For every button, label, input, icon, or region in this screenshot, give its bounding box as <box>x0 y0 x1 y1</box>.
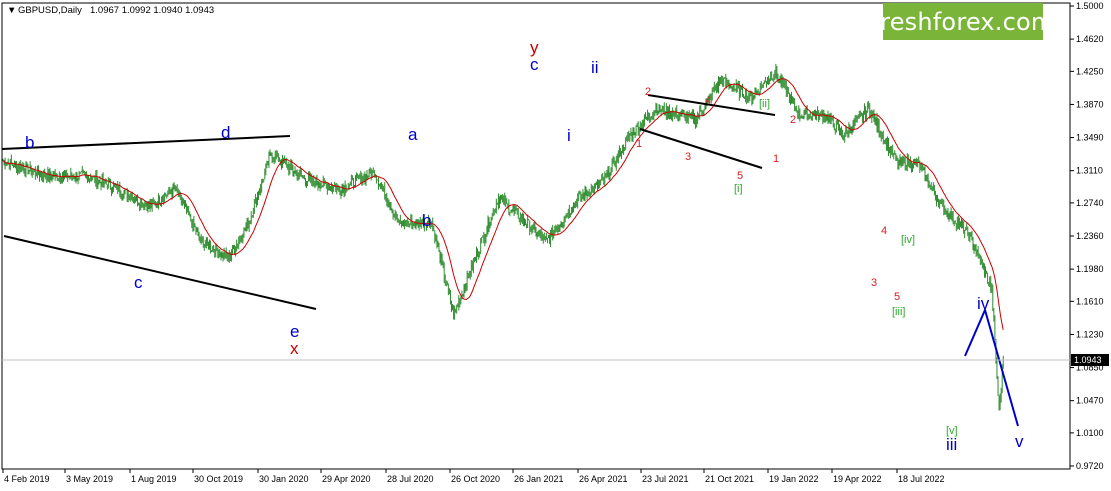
trendline-top-left <box>1 135 291 150</box>
wave-label: iii <box>946 435 957 454</box>
projection-path <box>964 307 1019 427</box>
x-tick-label: 19 Apr 2022 <box>833 474 882 484</box>
wave-label: c <box>134 273 143 292</box>
x-tick-label: 23 Jul 2021 <box>642 474 689 484</box>
x-axis: 4 Feb 2019 3 May 2019 1 Aug 2019 30 Oct 201… <box>2 469 945 484</box>
y-tick-label: 0.9720 <box>1076 461 1104 471</box>
wave-label: v <box>1015 432 1024 451</box>
wave-label: iv <box>977 294 990 313</box>
wave-label: b <box>422 211 431 230</box>
y-tick-label: 1.1610 <box>1076 296 1104 306</box>
wave-label: c <box>530 55 539 74</box>
x-tick-label: 28 Jul 2020 <box>387 474 434 484</box>
wave-label: b <box>25 133 34 152</box>
wave-label: d <box>221 123 230 142</box>
moving-average <box>2 78 1004 330</box>
price-tag: 1.0943 <box>1074 355 1102 365</box>
x-tick-label: 1 Aug 2019 <box>131 474 177 484</box>
y-tick-label: 1.0470 <box>1076 396 1104 406</box>
wave-label: [iv] <box>901 234 915 246</box>
x-tick-label: 26 Apr 2021 <box>579 474 628 484</box>
y-tick-label: 1.3870 <box>1076 99 1104 109</box>
wave-label: 3 <box>871 277 877 289</box>
wave-label: ii <box>591 58 599 77</box>
candles <box>2 63 1004 411</box>
x-tick-label: 30 Oct 2019 <box>194 474 243 484</box>
wave-label: 5 <box>737 170 743 182</box>
trendline-lower-channel <box>639 128 763 169</box>
y-tick-label: 1.3110 <box>1076 166 1103 176</box>
x-tick-label: 26 Jan 2021 <box>514 474 564 484</box>
wave-label: x <box>290 339 299 358</box>
x-tick-label: 19 Jan 2022 <box>769 474 819 484</box>
y-tick-label: 1.4250 <box>1076 66 1104 76</box>
y-tick-label: 1.1230 <box>1076 329 1104 339</box>
x-tick-label: 4 Feb 2019 <box>4 474 50 484</box>
header-arrow-icon: ▼ <box>7 5 16 16</box>
trendline-bottom-left <box>3 235 317 310</box>
x-tick-label: 21 Oct 2021 <box>705 474 754 484</box>
wave-label: a <box>408 125 418 144</box>
wave-label: 4 <box>705 95 711 107</box>
wave-label: 3 <box>685 151 691 163</box>
wave-label: 2 <box>645 86 651 98</box>
wave-label: i <box>567 126 571 145</box>
wave-label: [iii] <box>892 306 905 318</box>
x-tick-label: 30 Jan 2020 <box>259 474 309 484</box>
y-tick-label: 1.0100 <box>1076 428 1104 438</box>
wave-labels: bcdexabyciii12345[i][ii]12345[iii][iv][v… <box>25 38 1024 454</box>
wave-label: 4 <box>881 225 887 237</box>
y-tick-label: 1.4620 <box>1076 34 1104 44</box>
freshforex-logo[interactable]: freshforex.com <box>872 3 1054 40</box>
x-tick-label: 3 May 2019 <box>66 474 113 484</box>
y-tick-label: 1.2740 <box>1076 198 1104 208</box>
ohlc-label: 1.0967 1.0992 1.0940 1.0943 <box>90 5 214 16</box>
symbol-label: GBPUSD,Daily <box>18 5 82 16</box>
y-tick-label: 1.1980 <box>1076 264 1104 274</box>
y-tick-label: 1.5000 <box>1076 1 1104 11</box>
y-axis: 1.5000 1.4620 1.4250 1.3870 1.3490 1.3110 1.27… <box>1070 1 1104 471</box>
wave-label: 1 <box>636 138 642 150</box>
x-tick-label: 29 Apr 2020 <box>322 474 371 484</box>
y-tick-label: 1.3490 <box>1076 133 1104 143</box>
wave-label: [i] <box>734 183 743 195</box>
wave-label: 2 <box>790 114 796 126</box>
ma-line <box>2 78 1004 330</box>
y-tick-label: 1.2360 <box>1076 231 1104 241</box>
wave-label: [ii] <box>759 98 770 110</box>
wave-label: 5 <box>894 291 900 303</box>
x-tick-label: 26 Oct 2020 <box>451 474 500 484</box>
x-tick-label: 18 Jul 2022 <box>898 474 945 484</box>
price-chart[interactable]: bcdexabyciii12345[i][ii]12345[iii][iv][v… <box>0 0 1111 491</box>
wave-label: 1 <box>773 153 779 165</box>
